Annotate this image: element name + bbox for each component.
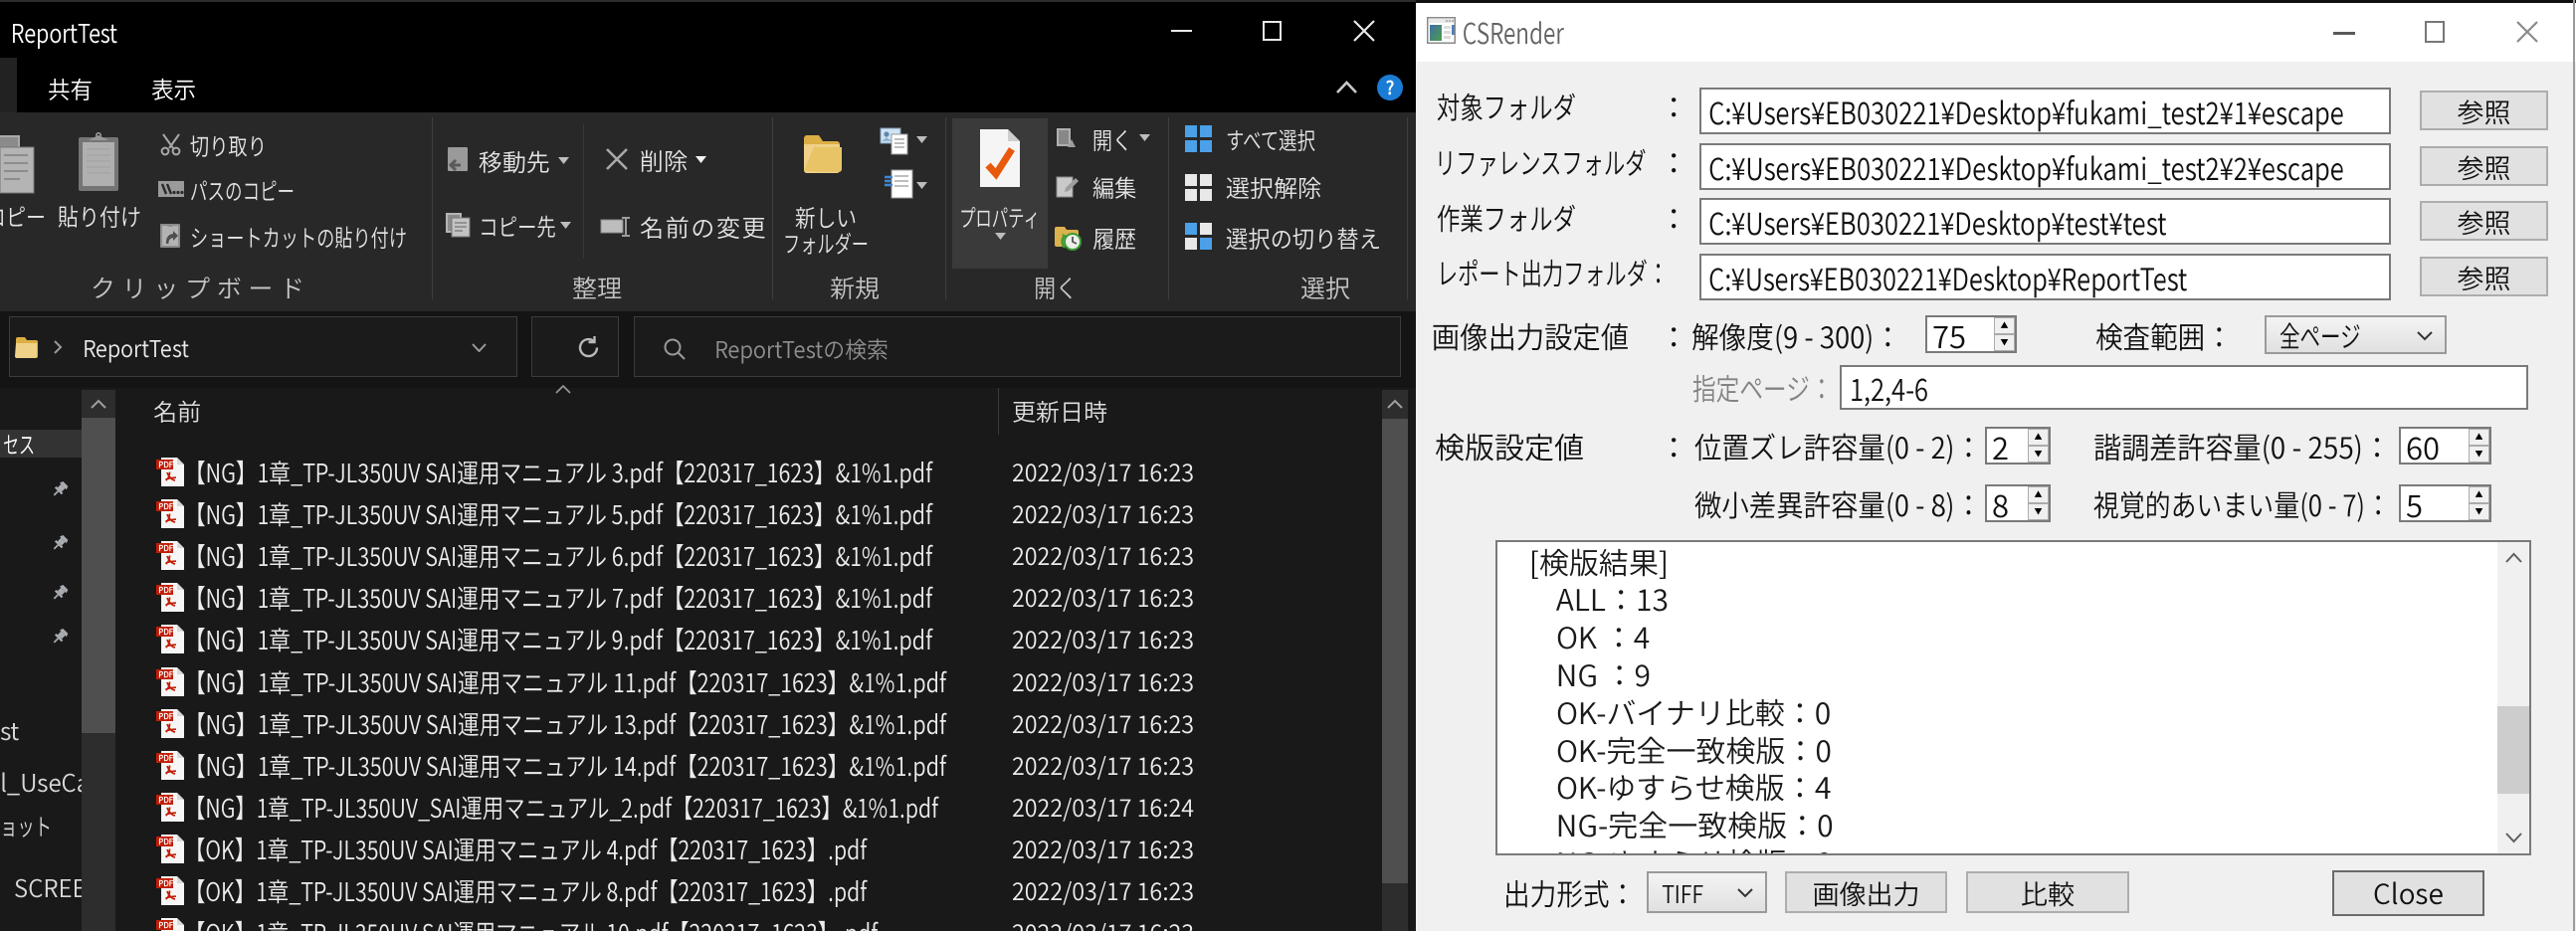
svg-text:PDF: PDF — [158, 669, 173, 680]
svg-text:PDF: PDF — [158, 878, 173, 889]
svg-text:PDF: PDF — [158, 753, 173, 764]
svg-text:PDF: PDF — [158, 501, 173, 512]
svg-text:PDF: PDF — [158, 920, 173, 931]
svg-text:PDF: PDF — [158, 711, 173, 722]
svg-text:PDF: PDF — [158, 795, 173, 806]
svg-text:PDF: PDF — [158, 543, 173, 554]
svg-text:PDF: PDF — [158, 460, 173, 470]
svg-text:PDF: PDF — [158, 585, 173, 596]
svg-text:PDF: PDF — [158, 627, 173, 638]
svg-text:PDF: PDF — [158, 837, 173, 847]
